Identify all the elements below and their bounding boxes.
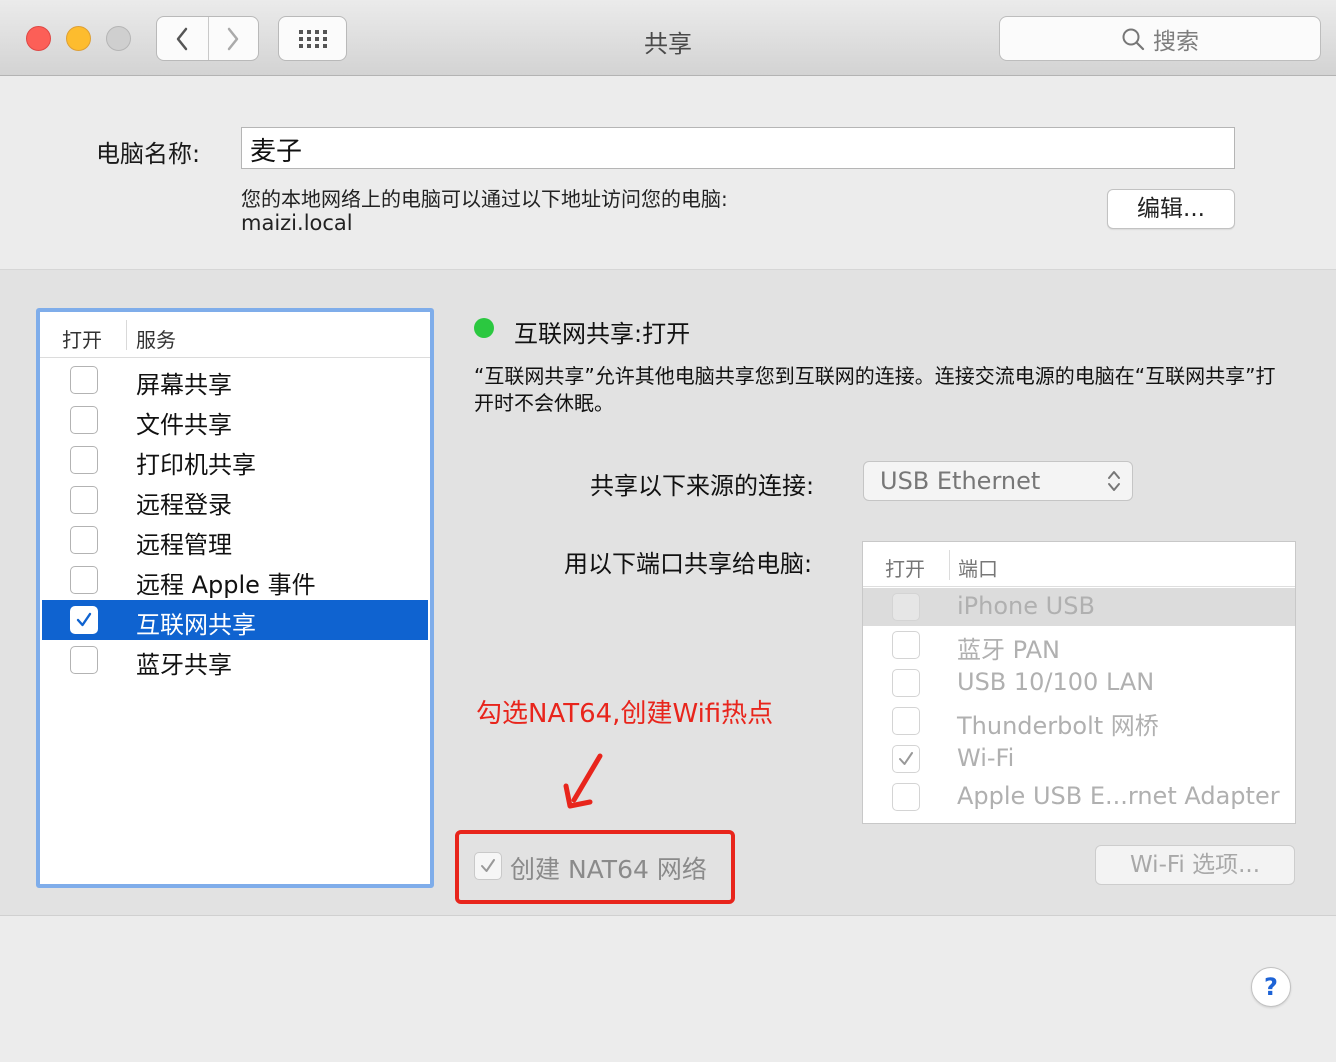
service-label: 打印机共享 — [136, 451, 256, 479]
checkmark-icon — [481, 859, 495, 872]
nat64-label: 创建 NAT64 网络 — [510, 855, 707, 884]
port-checkbox — [892, 745, 920, 773]
service-row-remote-apple-events[interactable]: 远程 Apple 事件 — [42, 560, 428, 600]
service-label: 远程登录 — [136, 491, 232, 519]
services-list-header: 打开 服务 — [40, 312, 430, 358]
port-checkbox — [892, 707, 920, 735]
local-hostname: maizi.local — [241, 211, 353, 235]
search-placeholder: 搜索 — [1153, 28, 1199, 55]
search-icon — [1122, 28, 1145, 50]
service-checkbox[interactable] — [70, 366, 98, 394]
column-header-open[interactable]: 打开 — [62, 324, 102, 353]
help-button[interactable]: ? — [1251, 967, 1291, 1007]
port-label: Wi-Fi — [957, 744, 1015, 772]
service-row-bluetooth-sharing[interactable]: 蓝牙共享 — [42, 640, 428, 680]
address-description: 您的本地网络上的电脑可以通过以下地址访问您的电脑: — [241, 187, 728, 211]
port-label: USB 10/100 LAN — [957, 668, 1155, 696]
service-checkbox[interactable] — [70, 606, 98, 634]
service-row-printer-sharing[interactable]: 打印机共享 — [42, 440, 428, 480]
services-list[interactable]: 打开 服务 屏幕共享 文件共享 打印机共享 远程登录 远程管理 远程 Apple… — [36, 308, 434, 888]
service-checkbox[interactable] — [70, 406, 98, 434]
column-divider — [949, 550, 950, 580]
column-divider — [126, 320, 127, 350]
column-header-port: 端口 — [958, 557, 998, 581]
service-label: 屏幕共享 — [136, 371, 232, 399]
service-checkbox[interactable] — [70, 486, 98, 514]
sharing-preferences-window: 共享 搜索 电脑名称: 麦子 您的本地网络上的电脑可以通过以下地址访问您的电脑:… — [0, 0, 1336, 1062]
service-checkbox[interactable] — [70, 446, 98, 474]
service-row-internet-sharing[interactable]: 互联网共享 — [42, 600, 428, 640]
checkmark-icon — [76, 612, 92, 627]
service-checkbox[interactable] — [70, 646, 98, 674]
ports-table-header: 打开 端口 — [863, 542, 1295, 587]
column-header-open: 打开 — [885, 557, 925, 581]
ports-label: 用以下端口共享给电脑: — [564, 550, 813, 578]
chevron-updown-icon — [1108, 471, 1120, 491]
service-label: 远程管理 — [136, 531, 232, 559]
column-header-service[interactable]: 服务 — [136, 324, 176, 353]
annotation-text: 勾选NAT64,创建Wifi热点 — [476, 699, 774, 729]
port-label: Thunderbolt 网桥 — [957, 712, 1159, 740]
share-source-label: 共享以下来源的连接: — [590, 472, 815, 500]
service-label: 蓝牙共享 — [136, 651, 232, 679]
computer-name-field[interactable]: 麦子 — [241, 127, 1235, 169]
port-row-iphone-usb: iPhone USB — [863, 588, 1295, 626]
title-bar: 共享 搜索 — [0, 0, 1336, 76]
port-row-usb-lan: USB 10/100 LAN — [863, 664, 1295, 702]
port-label: iPhone USB — [957, 592, 1095, 620]
port-row-bluetooth-pan: 蓝牙 PAN — [863, 626, 1295, 664]
service-row-file-sharing[interactable]: 文件共享 — [42, 400, 428, 440]
edit-button[interactable]: 编辑... — [1107, 189, 1235, 229]
service-status: 互联网共享:打开 — [514, 320, 691, 348]
port-checkbox — [892, 783, 920, 811]
service-label: 远程 Apple 事件 — [136, 571, 316, 599]
service-checkbox[interactable] — [70, 526, 98, 554]
port-label: Apple USB E...rnet Adapter — [957, 782, 1280, 810]
nat64-checkbox — [474, 852, 502, 880]
computer-name-section — [0, 77, 1336, 270]
port-checkbox — [892, 669, 920, 697]
port-row-thunderbolt-bridge: Thunderbolt 网桥 — [863, 702, 1295, 740]
service-label: 互联网共享 — [136, 611, 256, 639]
service-row-screen-sharing[interactable]: 屏幕共享 — [42, 360, 428, 400]
service-row-remote-management[interactable]: 远程管理 — [42, 520, 428, 560]
port-checkbox — [892, 631, 920, 659]
service-checkbox[interactable] — [70, 566, 98, 594]
service-row-remote-login[interactable]: 远程登录 — [42, 480, 428, 520]
computer-name-label: 电脑名称: — [96, 140, 201, 168]
wifi-options-button: Wi-Fi 选项... — [1095, 845, 1295, 885]
search-field[interactable]: 搜索 — [999, 16, 1321, 61]
service-label: 文件共享 — [136, 411, 232, 439]
share-source-value: USB Ethernet — [880, 467, 1041, 495]
port-checkbox — [892, 593, 920, 621]
port-row-wifi: Wi-Fi — [863, 740, 1295, 778]
status-indicator — [474, 318, 494, 338]
annotation-arrow-icon — [563, 753, 603, 809]
service-description: “互联网共享”允许其他电脑共享您到互联网的连接。连接交流电源的电脑在“互联网共享… — [474, 364, 1276, 415]
checkmark-icon — [899, 752, 913, 765]
port-label: 蓝牙 PAN — [957, 636, 1060, 664]
share-source-select[interactable]: USB Ethernet — [863, 461, 1133, 501]
ports-table: 打开 端口 iPhone USB 蓝牙 PAN USB 10/100 LAN T… — [862, 541, 1296, 824]
port-row-apple-usb-ethernet: Apple USB E...rnet Adapter — [863, 778, 1295, 816]
